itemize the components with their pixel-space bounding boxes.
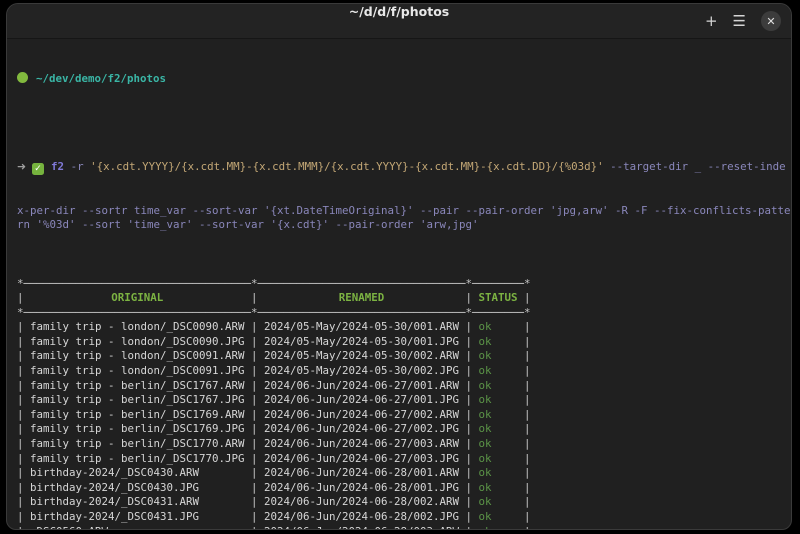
column-header-renamed: RENAMED	[258, 291, 466, 306]
table-row: |family trip - london/_DSC0091.JPG|2024/…	[17, 364, 791, 379]
status-cell: ok	[472, 452, 524, 467]
renamed-cell: 2024/06-Jun/2024-06-28/001.ARW	[258, 466, 466, 481]
table-border: *───────────────────────────────────*───…	[17, 306, 791, 321]
renamed-cell: 2024/06-Jun/2024-06-28/003.ARW	[258, 525, 466, 530]
original-cell: family trip - london/_DSC0090.JPG	[24, 335, 252, 350]
new-tab-button[interactable]: +	[705, 12, 718, 30]
rename-table: *───────────────────────────────────*───…	[17, 277, 791, 531]
command-line: ➜✓f2 -r '{x.cdt.YYYY}/{x.cdt.MM}-{x.cdt.…	[17, 160, 791, 175]
success-checkbox-icon: ✓	[32, 163, 44, 175]
status-cell: ok	[472, 349, 524, 364]
status-cell: ok	[472, 525, 524, 530]
original-cell: family trip - berlin/_DSC1767.JPG	[24, 393, 252, 408]
window-title: ~/d/d/f/photos	[7, 4, 791, 19]
status-cell: ok	[472, 320, 524, 335]
status-cell: ok	[472, 466, 524, 481]
renamed-cell: 2024/05-May/2024-05-30/001.ARW	[258, 320, 466, 335]
table-row: |family trip - berlin/_DSC1767.ARW|2024/…	[17, 379, 791, 394]
renamed-cell: 2024/05-May/2024-05-30/002.ARW	[258, 349, 466, 364]
table-row: |birthday-2024/_DSC0430.ARW|2024/06-Jun/…	[17, 466, 791, 481]
renamed-cell: 2024/06-Jun/2024-06-27/003.JPG	[258, 452, 466, 467]
renamed-cell: 2024/06-Jun/2024-06-28/001.JPG	[258, 481, 466, 496]
status-cell: ok	[472, 437, 524, 452]
table-row: |birthday-2024/_DSC0431.JPG|2024/06-Jun/…	[17, 510, 791, 525]
table-row: |family trip - london/_DSC0091.ARW|2024/…	[17, 349, 791, 364]
original-cell: family trip - berlin/_DSC1767.ARW	[24, 379, 252, 394]
menu-button[interactable]: ☰	[733, 12, 746, 30]
status-cell: ok	[472, 510, 524, 525]
prompt-path: ~/dev/demo/f2/photos	[36, 72, 166, 85]
renamed-cell: 2024/06-Jun/2024-06-28/002.ARW	[258, 495, 466, 510]
status-cell: ok	[472, 335, 524, 350]
original-cell: family trip - london/_DSC0090.ARW	[24, 320, 252, 335]
status-cell: ok	[472, 408, 524, 423]
status-cell: ok	[472, 495, 524, 510]
table-row: |family trip - berlin/_DSC1769.ARW|2024/…	[17, 408, 791, 423]
status-cell: ok	[472, 393, 524, 408]
original-cell: family trip - berlin/_DSC1770.ARW	[24, 437, 252, 452]
table-border: *───────────────────────────────────*───…	[17, 277, 791, 292]
table-row: |family trip - berlin/_DSC1770.ARW|2024/…	[17, 437, 791, 452]
prompt-status-dot-icon	[17, 72, 28, 83]
renamed-cell: 2024/06-Jun/2024-06-27/002.JPG	[258, 422, 466, 437]
column-header-original: ORIGINAL	[24, 291, 252, 306]
close-button[interactable]: ✕	[761, 11, 781, 31]
original-cell: birthday-2024/_DSC0431.JPG	[24, 510, 252, 525]
original-cell: birthday-2024/_DSC0430.ARW	[24, 466, 252, 481]
status-cell: ok	[472, 364, 524, 379]
table-row: |family trip - london/_DSC0090.JPG|2024/…	[17, 335, 791, 350]
original-cell: family trip - london/_DSC0091.ARW	[24, 349, 252, 364]
original-cell: birthday-2024/_DSC0430.JPG	[24, 481, 252, 496]
column-header-status: STATUS	[472, 291, 524, 306]
renamed-cell: 2024/06-Jun/2024-06-27/001.ARW	[258, 379, 466, 394]
table-row: |family trip - berlin/_DSC1770.JPG|2024/…	[17, 452, 791, 467]
table-row: |family trip - london/_DSC0090.ARW|2024/…	[17, 320, 791, 335]
command-line: rn '%03d' --sort 'time_var' --sort-var '…	[17, 218, 791, 233]
titlebar[interactable]: ~/d/d/f/photos + ☰ ✕	[7, 4, 791, 39]
command-line: x-per-dir --sortr time_var --sort-var '{…	[17, 204, 791, 219]
window-controls: + ☰ ✕	[705, 4, 781, 38]
renamed-cell: 2024/06-Jun/2024-06-27/002.ARW	[258, 408, 466, 423]
table-row: |family trip - berlin/_DSC1769.JPG|2024/…	[17, 422, 791, 437]
original-cell: family trip - berlin/_DSC1770.JPG	[24, 452, 252, 467]
original-cell: _DSC0560.ARW	[24, 525, 252, 530]
original-cell: birthday-2024/_DSC0431.ARW	[24, 495, 252, 510]
renamed-cell: 2024/06-Jun/2024-06-27/003.ARW	[258, 437, 466, 452]
status-cell: ok	[472, 379, 524, 394]
prompt-cwd-line: ~/dev/demo/f2/photos	[17, 72, 791, 87]
original-cell: family trip - london/_DSC0091.JPG	[24, 364, 252, 379]
table-header-row: |ORIGINAL|RENAMED|STATUS|	[17, 291, 791, 306]
status-cell: ok	[472, 422, 524, 437]
terminal-window: ~/d/d/f/photos + ☰ ✕ ~/dev/demo/f2/photo…	[6, 3, 792, 530]
renamed-cell: 2024/05-May/2024-05-30/001.JPG	[258, 335, 466, 350]
renamed-cell: 2024/05-May/2024-05-30/002.JPG	[258, 364, 466, 379]
renamed-cell: 2024/06-Jun/2024-06-28/002.JPG	[258, 510, 466, 525]
table-row: |_DSC0560.ARW|2024/06-Jun/2024-06-28/003…	[17, 525, 791, 530]
original-cell: family trip - berlin/_DSC1769.ARW	[24, 408, 252, 423]
command-block: ➜✓f2 -r '{x.cdt.YYYY}/{x.cdt.MM}-{x.cdt.…	[17, 131, 791, 233]
table-row: |family trip - berlin/_DSC1767.JPG|2024/…	[17, 393, 791, 408]
prompt-arrow-icon: ➜	[17, 160, 26, 173]
status-cell: ok	[472, 481, 524, 496]
renamed-cell: 2024/06-Jun/2024-06-27/001.JPG	[258, 393, 466, 408]
original-cell: family trip - berlin/_DSC1769.JPG	[24, 422, 252, 437]
terminal-content[interactable]: ~/dev/demo/f2/photos ➜✓f2 -r '{x.cdt.YYY…	[7, 39, 791, 530]
table-row: |birthday-2024/_DSC0431.ARW|2024/06-Jun/…	[17, 495, 791, 510]
table-row: |birthday-2024/_DSC0430.JPG|2024/06-Jun/…	[17, 481, 791, 496]
